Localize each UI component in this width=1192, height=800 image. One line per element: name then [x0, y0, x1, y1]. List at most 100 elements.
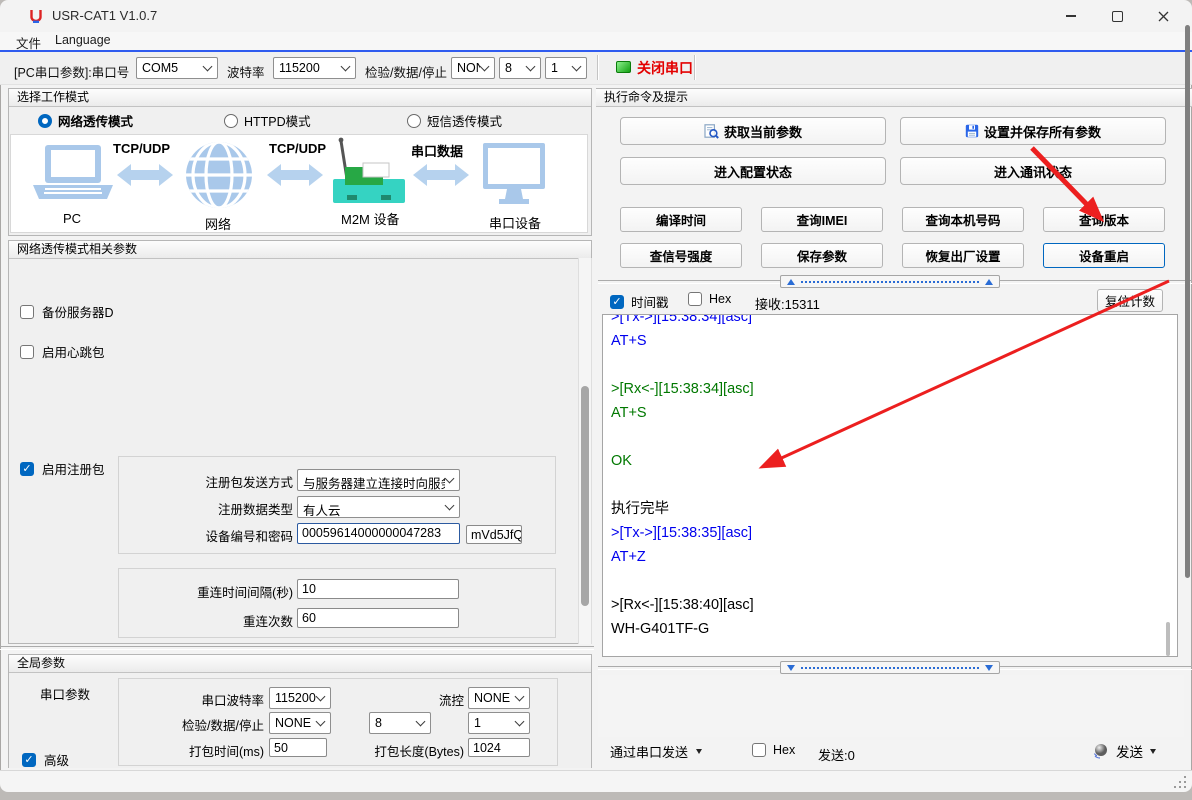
collapse-up-icon	[985, 279, 993, 285]
timestamp-checkbox[interactable]: ✓ 时间戳	[610, 292, 669, 311]
backup-server-checkbox[interactable]: 备份服务器D	[20, 302, 114, 321]
pack-time-input[interactable]: 50	[269, 738, 327, 757]
splitter-dots	[801, 281, 979, 283]
regpack-fieldset: 注册包发送方式 与服务器建立连接时向服务 注册数据类型 有人云 设备编号和密码 …	[118, 456, 556, 554]
heartbeat-checkbox[interactable]: 启用心跳包	[20, 342, 105, 361]
reconnect-interval-input[interactable]: 10	[297, 579, 459, 599]
flow-select[interactable]: NONE	[468, 687, 530, 709]
g-baud-label: 串口波特率	[159, 690, 264, 709]
enter-config-button[interactable]: 进入配置状态	[620, 157, 886, 185]
save-params-button[interactable]: 保存参数	[761, 243, 883, 268]
parity-select[interactable]: NONI	[451, 57, 495, 79]
pc-port-label: [PC串口参数]:串口号	[14, 62, 129, 81]
log-scrollbar-thumb[interactable]	[1166, 622, 1170, 656]
device-restart-button[interactable]: 设备重启	[1043, 243, 1165, 268]
scrollbar-thumb[interactable]	[581, 386, 589, 606]
log-line: AT+S	[611, 329, 1177, 353]
chevron-down-icon	[572, 62, 582, 72]
net-params-title: 网络透传模式相关参数	[9, 241, 591, 259]
query-imei-button[interactable]: 查询IMEI	[761, 207, 883, 232]
send-via-serial-dropdown[interactable]: 通过串口发送	[610, 742, 702, 761]
toolbar-separator	[694, 55, 695, 80]
menu-bar	[0, 32, 1192, 50]
close-button[interactable]	[1140, 0, 1186, 32]
pc-icon	[33, 145, 113, 199]
compile-time-button[interactable]: 编译时间	[620, 207, 742, 232]
chevron-down-icon	[480, 62, 490, 72]
stopbits-select[interactable]: 1	[545, 57, 587, 79]
recv-hex-checkbox[interactable]: Hex	[688, 292, 731, 306]
work-mode-title: 选择工作模式	[9, 89, 591, 107]
log-line	[611, 569, 1177, 593]
databits-select[interactable]: 8	[499, 57, 541, 79]
log-line: 执行完毕	[611, 497, 1177, 521]
enter-comm-button[interactable]: 进入通讯状态	[900, 157, 1166, 185]
signal-strength-button[interactable]: 查信号强度	[620, 243, 742, 268]
g-parity-select[interactable]: NONE	[269, 712, 331, 734]
device-id-label: 设备编号和密码	[127, 526, 293, 545]
query-number-button[interactable]: 查询本机号码	[902, 207, 1024, 232]
resize-grip[interactable]	[1174, 776, 1186, 788]
chevron-down-icon	[316, 717, 326, 727]
close-port-button[interactable]: 关闭串口	[637, 58, 693, 78]
query-version-button[interactable]: 查询版本	[1043, 207, 1165, 232]
radio-httpd-mode[interactable]: HTTPD模式	[224, 111, 311, 130]
com-port-select[interactable]: COM5	[136, 57, 218, 79]
log-area[interactable]: >[Tx->][15:38:34][asc]AT+S >[Rx<-][15:38…	[602, 314, 1178, 657]
g-databits-select[interactable]: 8	[369, 712, 431, 734]
menu-language[interactable]: Language	[55, 33, 111, 47]
log-line	[611, 425, 1177, 449]
left-panel-scrollbar[interactable]	[578, 258, 592, 644]
radio-net-passthrough[interactable]: 网络透传模式	[38, 111, 133, 130]
set-save-all-button[interactable]: 设置并保存所有参数	[900, 117, 1166, 145]
maximize-button[interactable]	[1094, 0, 1140, 32]
reg-send-mode-label: 注册包发送方式	[127, 472, 293, 491]
commands-title: 执行命令及提示	[596, 89, 1192, 107]
radio-icon	[38, 114, 52, 128]
sent-count: 发送:0	[818, 745, 855, 764]
reg-send-mode-select[interactable]: 与服务器建立连接时向服务	[297, 469, 460, 491]
checkbox-checked-icon: ✓	[22, 753, 36, 767]
checkbox-icon	[752, 743, 766, 757]
log-line	[611, 473, 1177, 497]
m2m-module-icon	[333, 138, 405, 203]
send-textarea[interactable]	[598, 675, 1184, 737]
baud-select[interactable]: 115200	[273, 57, 356, 79]
minimize-button[interactable]	[1048, 0, 1094, 32]
splitter-dots	[801, 667, 979, 669]
chevron-down-icon	[203, 62, 213, 72]
g-baud-select[interactable]: 115200	[269, 687, 331, 709]
device-password-field[interactable]: mVd5JfQ	[466, 525, 522, 544]
factory-reset-button[interactable]: 恢复出厂设置	[902, 243, 1024, 268]
log-splitter-handle[interactable]	[780, 275, 1000, 288]
serial-device-icon	[483, 143, 545, 204]
collapse-up-icon	[787, 279, 795, 285]
reg-type-label: 注册数据类型	[127, 499, 293, 518]
link-label: 串口数据	[411, 141, 463, 160]
global-params-title: 全局参数	[9, 655, 591, 673]
send-hex-checkbox[interactable]: Hex	[752, 743, 795, 757]
maximize-icon	[1112, 11, 1123, 22]
reg-type-select[interactable]: 有人云	[297, 496, 460, 518]
regpack-checkbox[interactable]: ✓ 启用注册包	[20, 459, 105, 478]
device-id-input[interactable]: 00059614000000047283	[297, 523, 460, 544]
reset-count-button[interactable]: 复位计数	[1097, 289, 1163, 312]
topology-diagram: TCP/UDP TCP/UDP 串口数据 PC 网络 M2M 设备 串口设备	[10, 134, 588, 233]
advanced-checkbox[interactable]: ✓ 高级	[22, 750, 69, 769]
app-window: USR-CAT1 V1.0.7 文件 Language [PC串口参数]:串口号…	[0, 0, 1192, 792]
checkbox-icon	[688, 292, 702, 306]
reconnect-times-input[interactable]: 60	[297, 608, 459, 628]
left-splitter[interactable]	[0, 646, 594, 650]
chevron-down-icon	[515, 717, 525, 727]
checkbox-icon	[20, 345, 34, 359]
pack-len-input[interactable]: 1024	[468, 738, 530, 757]
radio-sms-passthrough[interactable]: 短信透传模式	[407, 111, 502, 130]
send-splitter-handle[interactable]	[780, 661, 1000, 674]
get-params-button[interactable]: 获取当前参数	[620, 117, 886, 145]
send-button[interactable]: 发送	[1093, 741, 1156, 761]
window-scrollbar-thumb[interactable]	[1185, 25, 1190, 578]
g-stopbits-select[interactable]: 1	[468, 712, 530, 734]
collapse-down-icon	[787, 665, 795, 671]
log-line: AT+S	[611, 401, 1177, 425]
checkbox-checked-icon: ✓	[20, 462, 34, 476]
